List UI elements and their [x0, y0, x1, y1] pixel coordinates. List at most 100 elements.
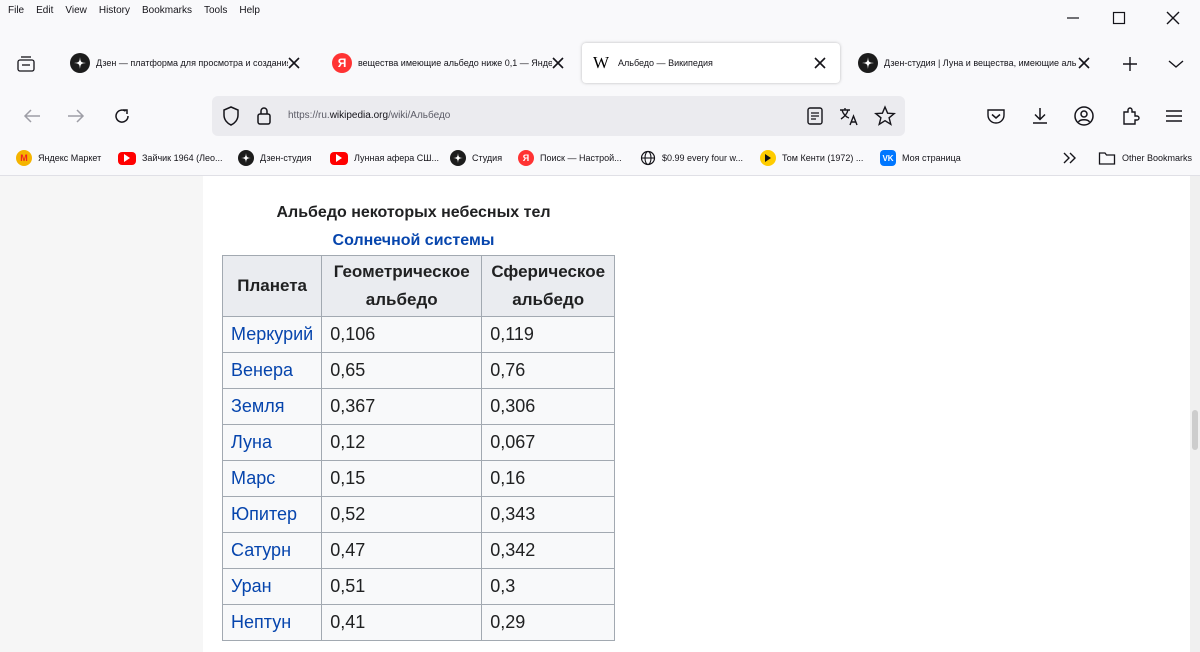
zen-icon — [238, 150, 254, 166]
back-button[interactable] — [20, 104, 44, 128]
play-icon — [760, 150, 776, 166]
new-tab-button[interactable] — [1118, 52, 1142, 76]
tab-strip: Дзен — платформа для просмотра и создани… — [0, 36, 1200, 90]
pocket-button[interactable] — [984, 104, 1008, 128]
menu-bookmarks[interactable]: Bookmarks — [142, 5, 192, 16]
table-row: Земля 0,367 0,306 — [221, 388, 616, 425]
tab-zen-studio[interactable]: Дзен-студия | Луна и вещества, имеющие а… — [850, 43, 1098, 83]
extensions-button[interactable] — [1118, 104, 1142, 128]
tab-wikipedia[interactable]: W Альбедо — Википедия — [582, 43, 840, 83]
geometric-albedo-cell: 0,51 — [321, 568, 483, 605]
pocket-icon — [987, 109, 1005, 124]
account-icon — [1074, 106, 1094, 126]
bookmarks-bar: M Яндекс Маркет Зайчик 1964 (Лео... Дзен… — [0, 142, 1200, 176]
column-header: Сферическое альбедо — [481, 255, 616, 317]
forward-button[interactable] — [64, 104, 88, 128]
yandex-icon: Я — [518, 150, 534, 166]
geometric-albedo-cell: 0,65 — [321, 352, 483, 389]
bookmark-label: Яндекс Маркет — [38, 153, 102, 163]
downloads-button[interactable] — [1028, 104, 1052, 128]
bookmark-item[interactable]: Лунная афера СШ... — [330, 148, 439, 168]
menu-history[interactable]: History — [99, 5, 130, 16]
table-row: Меркурий 0,106 0,119 — [221, 316, 616, 353]
url-bar[interactable]: https://ru.wikipedia.org/wiki/Альбедо — [212, 96, 905, 136]
spherical-albedo-cell: 0,76 — [481, 352, 616, 389]
table-row: Луна 0,12 0,067 — [221, 424, 616, 461]
table-caption-link[interactable]: Солнечной системы — [222, 232, 605, 250]
bookmark-item[interactable]: Я Поиск — Настрой... — [518, 148, 622, 168]
menu-edit[interactable]: Edit — [36, 5, 53, 16]
bookmark-item[interactable]: Студия — [450, 148, 502, 168]
tab-close-button[interactable] — [550, 55, 566, 71]
bookmark-label: Студия — [472, 153, 503, 163]
menu-tools[interactable]: Tools — [204, 5, 227, 16]
plus-icon — [1123, 57, 1137, 71]
yandex-icon: Я — [332, 53, 352, 73]
vertical-scrollbar[interactable] — [1190, 176, 1200, 652]
reader-view-icon[interactable] — [806, 106, 824, 126]
bookmark-item[interactable]: Дзен-студия — [238, 148, 311, 168]
geometric-albedo-cell: 0,52 — [321, 496, 483, 533]
tab-close-button[interactable] — [812, 55, 828, 71]
more-bookmarks-button[interactable] — [1062, 148, 1078, 168]
tab-close-button[interactable] — [1076, 55, 1092, 71]
bookmark-item[interactable]: Том Кенти (1972) ... — [760, 148, 863, 168]
spherical-albedo-cell: 0,343 — [481, 496, 616, 533]
hamburger-menu-icon — [1166, 110, 1182, 122]
planet-link[interactable]: Меркурий — [221, 316, 323, 353]
planet-link[interactable]: Марс — [221, 460, 323, 497]
menu-file[interactable]: File — [8, 5, 24, 16]
bookmark-item[interactable]: M Яндекс Маркет — [16, 148, 101, 168]
spherical-albedo-cell: 0,119 — [481, 316, 616, 353]
youtube-icon — [330, 151, 348, 165]
menu-help[interactable]: Help — [239, 5, 260, 16]
bookmark-item[interactable]: VK Моя страница — [880, 148, 961, 168]
tab-label: Дзен — платформа для просмотра и создани… — [96, 58, 288, 68]
zen-icon — [858, 53, 878, 73]
maximize-button[interactable] — [1092, 0, 1146, 36]
planet-link[interactable]: Луна — [221, 424, 323, 461]
bookmark-item[interactable]: $0.99 every four w... — [640, 148, 743, 168]
spherical-albedo-cell: 0,29 — [481, 604, 616, 641]
geometric-albedo-cell: 0,47 — [321, 532, 483, 569]
bookmark-label: Other Bookmarks — [1122, 153, 1193, 163]
tab-yandex[interactable]: Я вещества имеющие альбедо ниже 0,1 — Ян… — [324, 43, 572, 83]
menu-bar: File Edit View History Bookmarks Tools H… — [0, 0, 1200, 20]
account-button[interactable] — [1072, 104, 1096, 128]
planet-link[interactable]: Уран — [221, 568, 323, 605]
tab-label: Альбедо — Википедия — [618, 58, 713, 68]
wikipedia-icon: W — [592, 53, 610, 72]
star-icon[interactable] — [874, 105, 896, 127]
planet-link[interactable]: Венера — [221, 352, 323, 389]
app-menu-button[interactable] — [1162, 104, 1186, 128]
reload-icon — [115, 109, 129, 123]
geometric-albedo-cell: 0,12 — [321, 424, 483, 461]
planet-link[interactable]: Юпитер — [221, 496, 323, 533]
double-chevron-right-icon — [1063, 152, 1076, 164]
other-bookmarks-folder[interactable]: Other Bookmarks — [1098, 148, 1192, 168]
planet-link[interactable]: Земля — [221, 388, 323, 425]
tab-close-button[interactable] — [286, 55, 302, 71]
albedo-table: Планета Геометрическое альбедо Сферическ… — [221, 255, 616, 641]
lock-icon[interactable] — [256, 106, 272, 126]
translate-icon[interactable] — [838, 105, 860, 127]
tab-label: Дзен-студия | Луна и вещества, имеющие а… — [884, 58, 1076, 68]
tab-label: вещества имеющие альбедо ниже 0,1 — Янде… — [358, 58, 552, 68]
geometric-albedo-cell: 0,41 — [321, 604, 483, 641]
spherical-albedo-cell: 0,067 — [481, 424, 616, 461]
vk-icon: VK — [880, 150, 896, 166]
close-window-button[interactable] — [1146, 0, 1200, 36]
tab-list-button[interactable] — [12, 54, 40, 74]
url-text[interactable]: https://ru.wikipedia.org/wiki/Альбедо — [288, 110, 450, 121]
planet-link[interactable]: Нептун — [221, 604, 323, 641]
bookmark-label: Дзен-студия — [260, 153, 312, 163]
folder-icon — [1098, 152, 1116, 165]
scrollbar-thumb[interactable] — [1192, 410, 1198, 450]
bookmark-item[interactable]: Зайчик 1964 (Лео... — [118, 148, 223, 168]
tab-zen[interactable]: Дзен — платформа для просмотра и создани… — [62, 43, 308, 83]
menu-view[interactable]: View — [65, 5, 87, 16]
reload-button[interactable] — [110, 104, 134, 128]
list-all-tabs-button[interactable] — [1166, 54, 1186, 74]
shield-icon[interactable] — [222, 106, 240, 126]
planet-link[interactable]: Сатурн — [221, 532, 323, 569]
